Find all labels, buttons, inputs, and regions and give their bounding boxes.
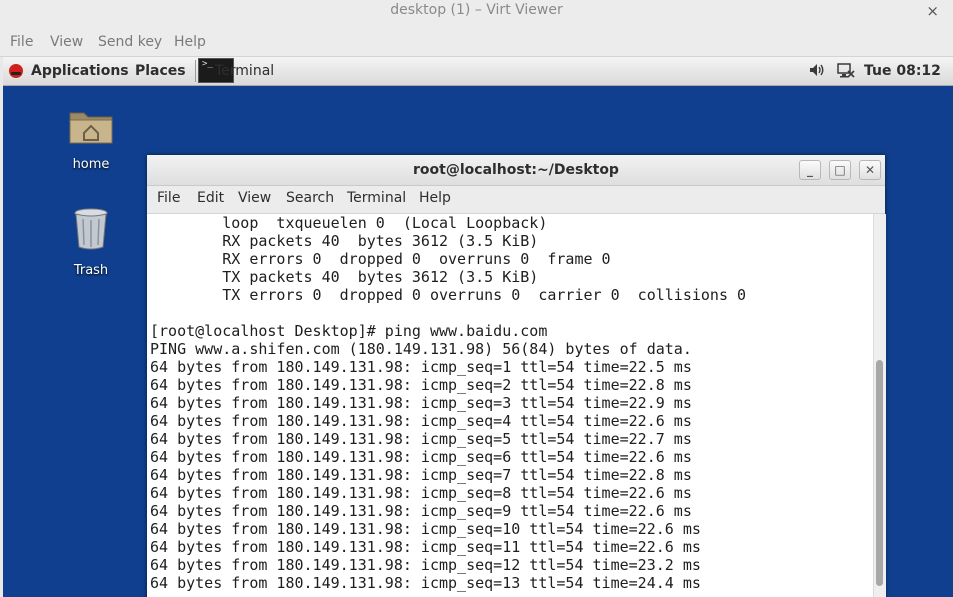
terminal-menubar: File Edit View Search Terminal Help bbox=[147, 186, 885, 214]
terminal-line: RX packets 40 bytes 3612 (3.5 KiB) bbox=[150, 232, 539, 250]
terminal-scrollbar-thumb[interactable] bbox=[876, 360, 883, 586]
terminal-line: PING www.a.shifen.com (180.149.131.98) 5… bbox=[150, 340, 692, 358]
terminal-menu-terminal[interactable]: Terminal bbox=[347, 190, 406, 206]
terminal-line: TX packets 40 bytes 3612 (3.5 KiB) bbox=[150, 268, 539, 286]
terminal-line: 64 bytes from 180.149.131.98: icmp_seq=1… bbox=[150, 358, 692, 376]
virt-viewer-titlebar: desktop (1) – Virt Viewer × bbox=[0, 0, 953, 30]
taskbar-terminal-label: Terminal bbox=[215, 63, 275, 79]
terminal-line: loop txqueuelen 0 (Local Loopback) bbox=[150, 214, 548, 232]
desktop-icon-home-label: home bbox=[72, 157, 110, 172]
terminal-menu-file[interactable]: File bbox=[157, 190, 180, 206]
terminal-icon-glyph: >_ bbox=[202, 59, 213, 69]
clock[interactable]: Tue 08:12 bbox=[864, 63, 941, 79]
volume-icon[interactable] bbox=[809, 62, 825, 78]
menu-send-key[interactable]: Send key bbox=[98, 34, 162, 50]
terminal-menu-search[interactable]: Search bbox=[286, 190, 334, 206]
terminal-line: 64 bytes from 180.149.131.98: icmp_seq=1… bbox=[150, 538, 701, 556]
places-menu[interactable]: Places bbox=[135, 63, 186, 79]
terminal-output[interactable]: loop txqueuelen 0 (Local Loopback) RX pa… bbox=[150, 214, 872, 597]
taskbar-terminal[interactable]: >_ Terminal bbox=[195, 57, 345, 85]
gnome-top-panel: Applications Places >_ Terminal Tue 08:1… bbox=[3, 57, 953, 86]
applications-label: Applications bbox=[31, 63, 129, 79]
terminal-menu-help[interactable]: Help bbox=[419, 190, 451, 206]
applications-menu[interactable]: Applications bbox=[9, 61, 129, 81]
minimize-icon[interactable]: _ bbox=[799, 160, 821, 180]
terminal-line: 64 bytes from 180.149.131.98: icmp_seq=3… bbox=[150, 394, 692, 412]
menu-help[interactable]: Help bbox=[174, 34, 206, 50]
terminal-line: [root@localhost Desktop]# ping www.baidu… bbox=[150, 322, 548, 340]
desktop-icon-home[interactable]: home bbox=[51, 107, 131, 172]
menu-view[interactable]: View bbox=[50, 34, 83, 50]
terminal-line: 64 bytes from 180.149.131.98: icmp_seq=1… bbox=[150, 556, 701, 574]
terminal-scrollbar[interactable] bbox=[873, 214, 886, 597]
taskbar-separator bbox=[195, 60, 196, 82]
terminal-line: 64 bytes from 180.149.131.98: icmp_seq=7… bbox=[150, 466, 692, 484]
window-title: desktop (1) – Virt Viewer bbox=[390, 2, 563, 18]
desktop-icon-trash[interactable]: Trash bbox=[51, 207, 131, 278]
menu-file[interactable]: File bbox=[10, 34, 33, 50]
terminal-line: 64 bytes from 180.149.131.98: icmp_seq=5… bbox=[150, 430, 692, 448]
terminal-menu-view[interactable]: View bbox=[238, 190, 271, 206]
trash-icon bbox=[74, 208, 108, 250]
folder-home-icon bbox=[69, 112, 113, 144]
terminal-line: 64 bytes from 180.149.131.98: icmp_seq=8… bbox=[150, 484, 692, 502]
terminal-line: 64 bytes from 180.149.131.98: icmp_seq=1… bbox=[150, 520, 701, 538]
redhat-logo-icon bbox=[9, 64, 23, 78]
terminal-line: 64 bytes from 180.149.131.98: icmp_seq=9… bbox=[150, 502, 692, 520]
maximize-icon[interactable]: □ bbox=[829, 160, 851, 180]
network-icon[interactable] bbox=[837, 62, 855, 80]
terminal-line: 64 bytes from 180.149.131.98: icmp_seq=4… bbox=[150, 412, 692, 430]
close-icon[interactable]: × bbox=[926, 0, 939, 22]
terminal-window[interactable]: root@localhost:~/Desktop _ □ ✕ File Edit… bbox=[147, 155, 886, 597]
terminal-line: 64 bytes from 180.149.131.98: icmp_seq=6… bbox=[150, 448, 692, 466]
close-icon[interactable]: ✕ bbox=[859, 160, 881, 180]
terminal-menu-edit[interactable]: Edit bbox=[197, 190, 224, 206]
virt-viewer-menubar: File View Send key Help bbox=[0, 30, 953, 57]
terminal-line: RX errors 0 dropped 0 overruns 0 frame 0 bbox=[150, 250, 611, 268]
terminal-line: 64 bytes from 180.149.131.98: icmp_seq=1… bbox=[150, 574, 701, 592]
terminal-line: 64 bytes from 180.149.131.98: icmp_seq=2… bbox=[150, 376, 692, 394]
desktop-icon-trash-label: Trash bbox=[73, 263, 109, 278]
terminal-titlebar[interactable]: root@localhost:~/Desktop _ □ ✕ bbox=[147, 155, 885, 186]
guest-display[interactable]: Applications Places >_ Terminal Tue 08:1… bbox=[3, 57, 953, 597]
terminal-title: root@localhost:~/Desktop bbox=[413, 162, 619, 178]
terminal-line: TX errors 0 dropped 0 overruns 0 carrier… bbox=[150, 286, 747, 304]
